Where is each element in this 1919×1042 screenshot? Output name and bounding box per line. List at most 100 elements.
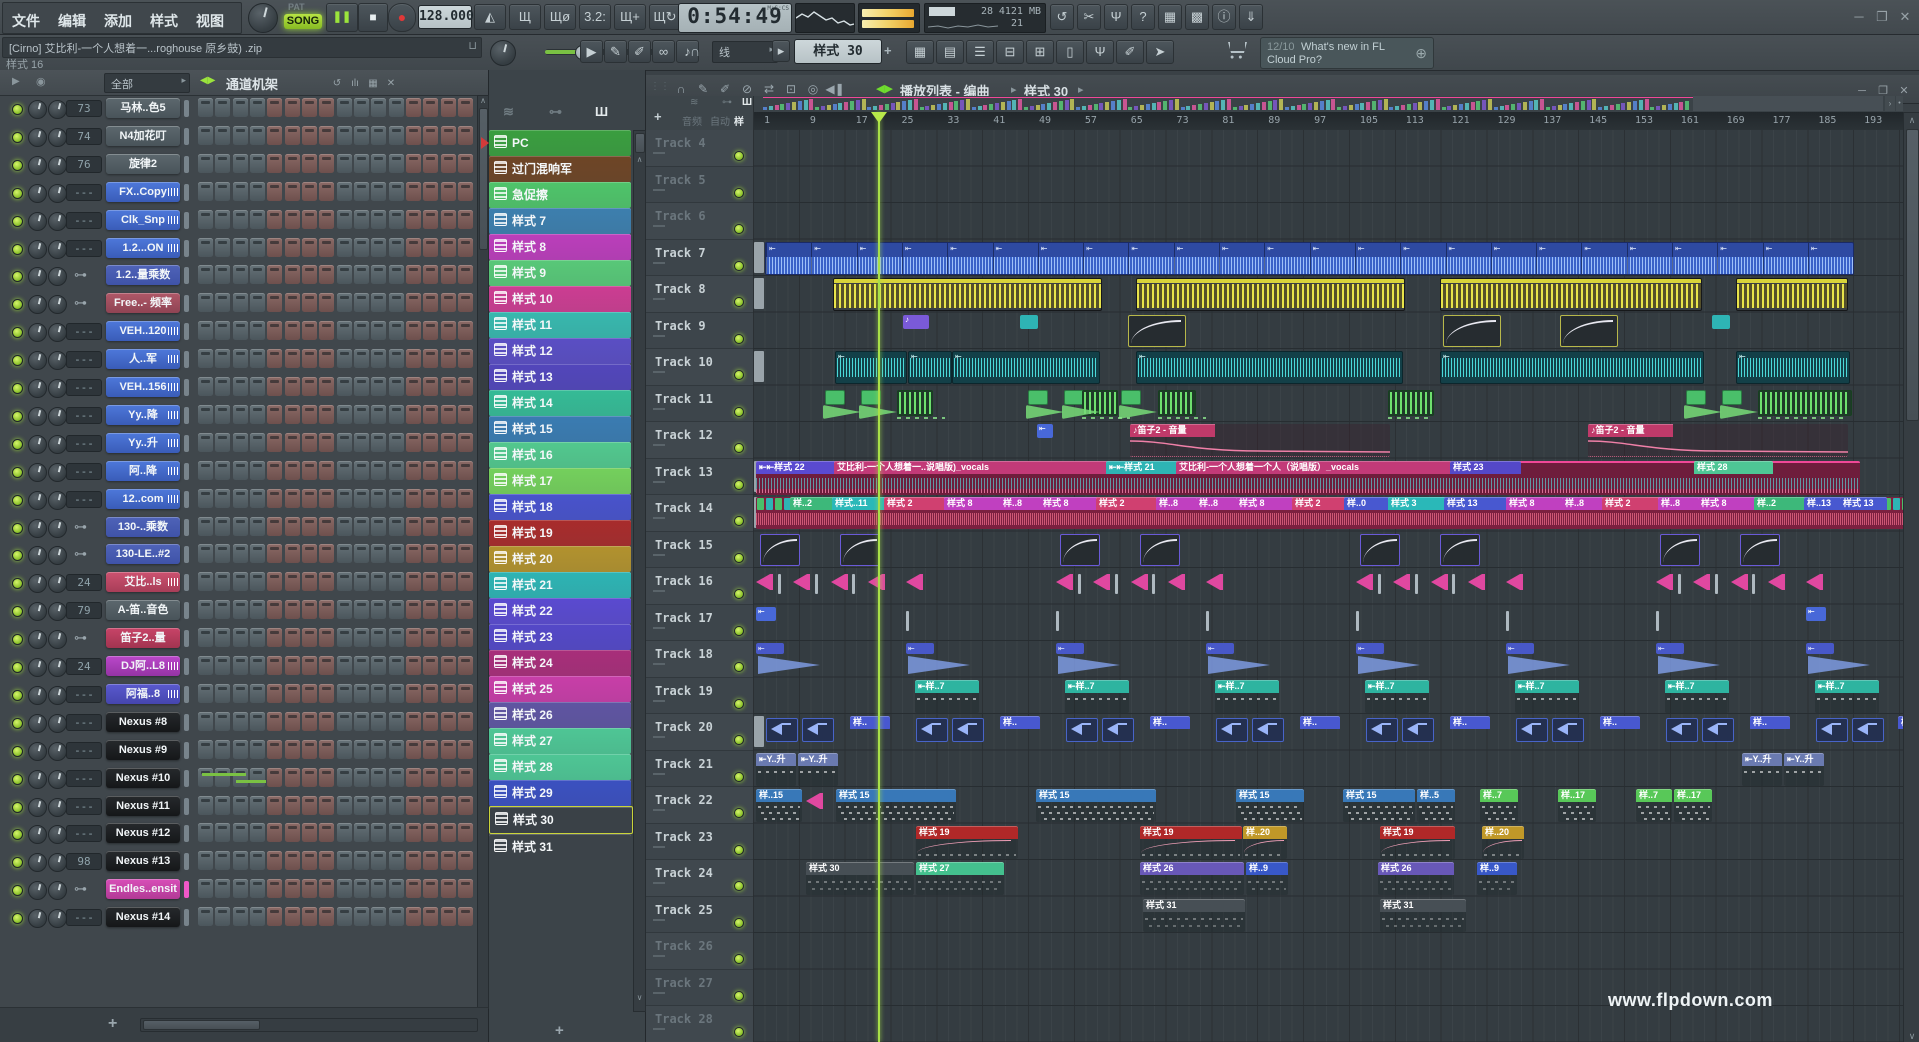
pattern-item[interactable]: 样式 15 xyxy=(489,416,631,442)
track-mute-led[interactable] xyxy=(734,589,744,599)
step-button[interactable] xyxy=(406,265,421,284)
track-mute-led[interactable] xyxy=(734,370,744,380)
step-button[interactable] xyxy=(302,656,317,675)
step-button[interactable] xyxy=(215,377,230,396)
channel-target-numbox[interactable]: --- xyxy=(66,491,102,508)
step-button[interactable] xyxy=(423,293,438,312)
step-button[interactable] xyxy=(441,349,456,368)
step-button[interactable] xyxy=(441,98,456,117)
step-button[interactable] xyxy=(215,461,230,480)
clip-label[interactable]: 样式 8 xyxy=(1040,497,1099,510)
step-button[interactable] xyxy=(441,265,456,284)
channel-target-numbox[interactable]: --- xyxy=(66,463,102,480)
clip-label[interactable]: ⇤⇤样式 21 xyxy=(1106,461,1179,474)
channel-button[interactable]: VEH..156 xyxy=(106,377,180,397)
step-button[interactable] xyxy=(302,377,317,396)
tab-automation[interactable]: 自动 xyxy=(710,113,730,128)
pattern-clip[interactable]: ⇤样..7 xyxy=(915,680,979,713)
track-header[interactable]: Track 20 xyxy=(646,714,753,751)
pattern-clip[interactable]: ⇤样..7 xyxy=(1215,680,1279,713)
tick-clip[interactable] xyxy=(1715,574,1718,594)
step-button[interactable] xyxy=(233,405,248,424)
step-button[interactable] xyxy=(371,98,386,117)
step-button[interactable] xyxy=(215,823,230,842)
maximize-button[interactable]: ❐ xyxy=(1872,8,1892,26)
rack-close-icon[interactable]: ✕ xyxy=(382,76,400,92)
tick-clip[interactable] xyxy=(1206,611,1209,631)
step-button[interactable] xyxy=(354,293,369,312)
mini-clip[interactable]: ⇤ xyxy=(756,607,776,621)
channel-mute-strip[interactable] xyxy=(184,519,189,536)
track-mute-led[interactable] xyxy=(734,699,744,709)
track-mute-led[interactable] xyxy=(734,772,744,782)
channel-button[interactable]: 1.2...ON xyxy=(106,238,180,258)
step-button[interactable] xyxy=(302,265,317,284)
step-button[interactable] xyxy=(389,210,404,229)
channel-target-numbox[interactable]: --- xyxy=(66,686,102,703)
fl-cloud-banner[interactable]: 12/10 What's new in FL Cloud Pro? ⊕ xyxy=(1260,37,1434,69)
channel-enable-led[interactable] xyxy=(12,802,23,813)
step-button[interactable] xyxy=(389,489,404,508)
step-button[interactable] xyxy=(458,349,473,368)
step-button[interactable] xyxy=(198,265,213,284)
step-button[interactable] xyxy=(267,656,282,675)
channel-volume-knob[interactable] xyxy=(48,825,67,844)
step-button[interactable] xyxy=(337,684,352,703)
step-button[interactable] xyxy=(319,265,334,284)
tab-audio[interactable]: 音频 xyxy=(682,113,702,128)
step-button[interactable] xyxy=(302,544,317,563)
step-button[interactable] xyxy=(319,600,334,619)
step-button[interactable] xyxy=(302,126,317,145)
step-button[interactable] xyxy=(371,377,386,396)
rack-scroll-thumb[interactable] xyxy=(479,108,488,250)
undo-icon[interactable]: ↺ xyxy=(1050,4,1074,30)
pattern-clip[interactable]: 样..9 xyxy=(1477,862,1517,895)
step-button[interactable] xyxy=(354,823,369,842)
step-button[interactable] xyxy=(371,182,386,201)
track-mute-led[interactable] xyxy=(734,991,744,1001)
step-button[interactable] xyxy=(458,656,473,675)
step-button[interactable] xyxy=(441,433,456,452)
step-button[interactable] xyxy=(233,684,248,703)
channel-pan-knob[interactable] xyxy=(28,212,47,231)
step-button[interactable] xyxy=(215,321,230,340)
step-button[interactable] xyxy=(250,768,265,787)
step-button[interactable] xyxy=(267,740,282,759)
fade-clip[interactable]: ⇤ xyxy=(906,643,978,675)
step-button[interactable] xyxy=(198,684,213,703)
pattern-mini-green[interactable] xyxy=(1686,390,1706,405)
step-button[interactable] xyxy=(250,238,265,257)
track-header[interactable]: Track 5 xyxy=(646,167,753,204)
info-icon[interactable]: ⓘ xyxy=(1212,4,1236,30)
step-button[interactable] xyxy=(198,321,213,340)
track-mute-led[interactable] xyxy=(734,407,744,417)
pattern-clip[interactable]: 样..20 xyxy=(1243,826,1287,859)
arrow-clip[interactable] xyxy=(1168,574,1182,590)
step-button[interactable] xyxy=(319,796,334,815)
slice-tools-icon[interactable]: ✂ xyxy=(1077,4,1101,30)
pattern-clip[interactable]: 样..15 xyxy=(756,789,802,822)
step-button[interactable] xyxy=(423,907,438,926)
clip-source-auto-icon[interactable]: ⊶ xyxy=(722,97,732,108)
step-button[interactable] xyxy=(441,377,456,396)
step-button[interactable] xyxy=(389,544,404,563)
audio-clip-teal[interactable]: ⇤ xyxy=(1136,351,1403,384)
channel-button[interactable]: 阿福..8 xyxy=(106,684,180,704)
step-button[interactable] xyxy=(389,600,404,619)
step-button[interactable] xyxy=(389,712,404,731)
pattern-clip[interactable]: 样..17 xyxy=(1558,789,1596,822)
step-button[interactable] xyxy=(458,489,473,508)
picker-audio-tab[interactable]: ≋ xyxy=(503,104,514,120)
step-button[interactable] xyxy=(302,740,317,759)
step-button[interactable] xyxy=(285,851,300,870)
step-button[interactable] xyxy=(233,656,248,675)
pattern-mini-green[interactable] xyxy=(1121,390,1141,405)
pattern-clip[interactable]: 样式 31 xyxy=(1143,899,1245,932)
step-button[interactable] xyxy=(441,656,456,675)
channel-pan-knob[interactable] xyxy=(28,295,47,314)
picker-automation-tab[interactable]: ⊶ xyxy=(549,104,562,120)
step-button[interactable] xyxy=(319,377,334,396)
step-button[interactable] xyxy=(285,461,300,480)
step-button[interactable] xyxy=(233,377,248,396)
pattern-clip[interactable]: 样.. xyxy=(1600,716,1640,730)
